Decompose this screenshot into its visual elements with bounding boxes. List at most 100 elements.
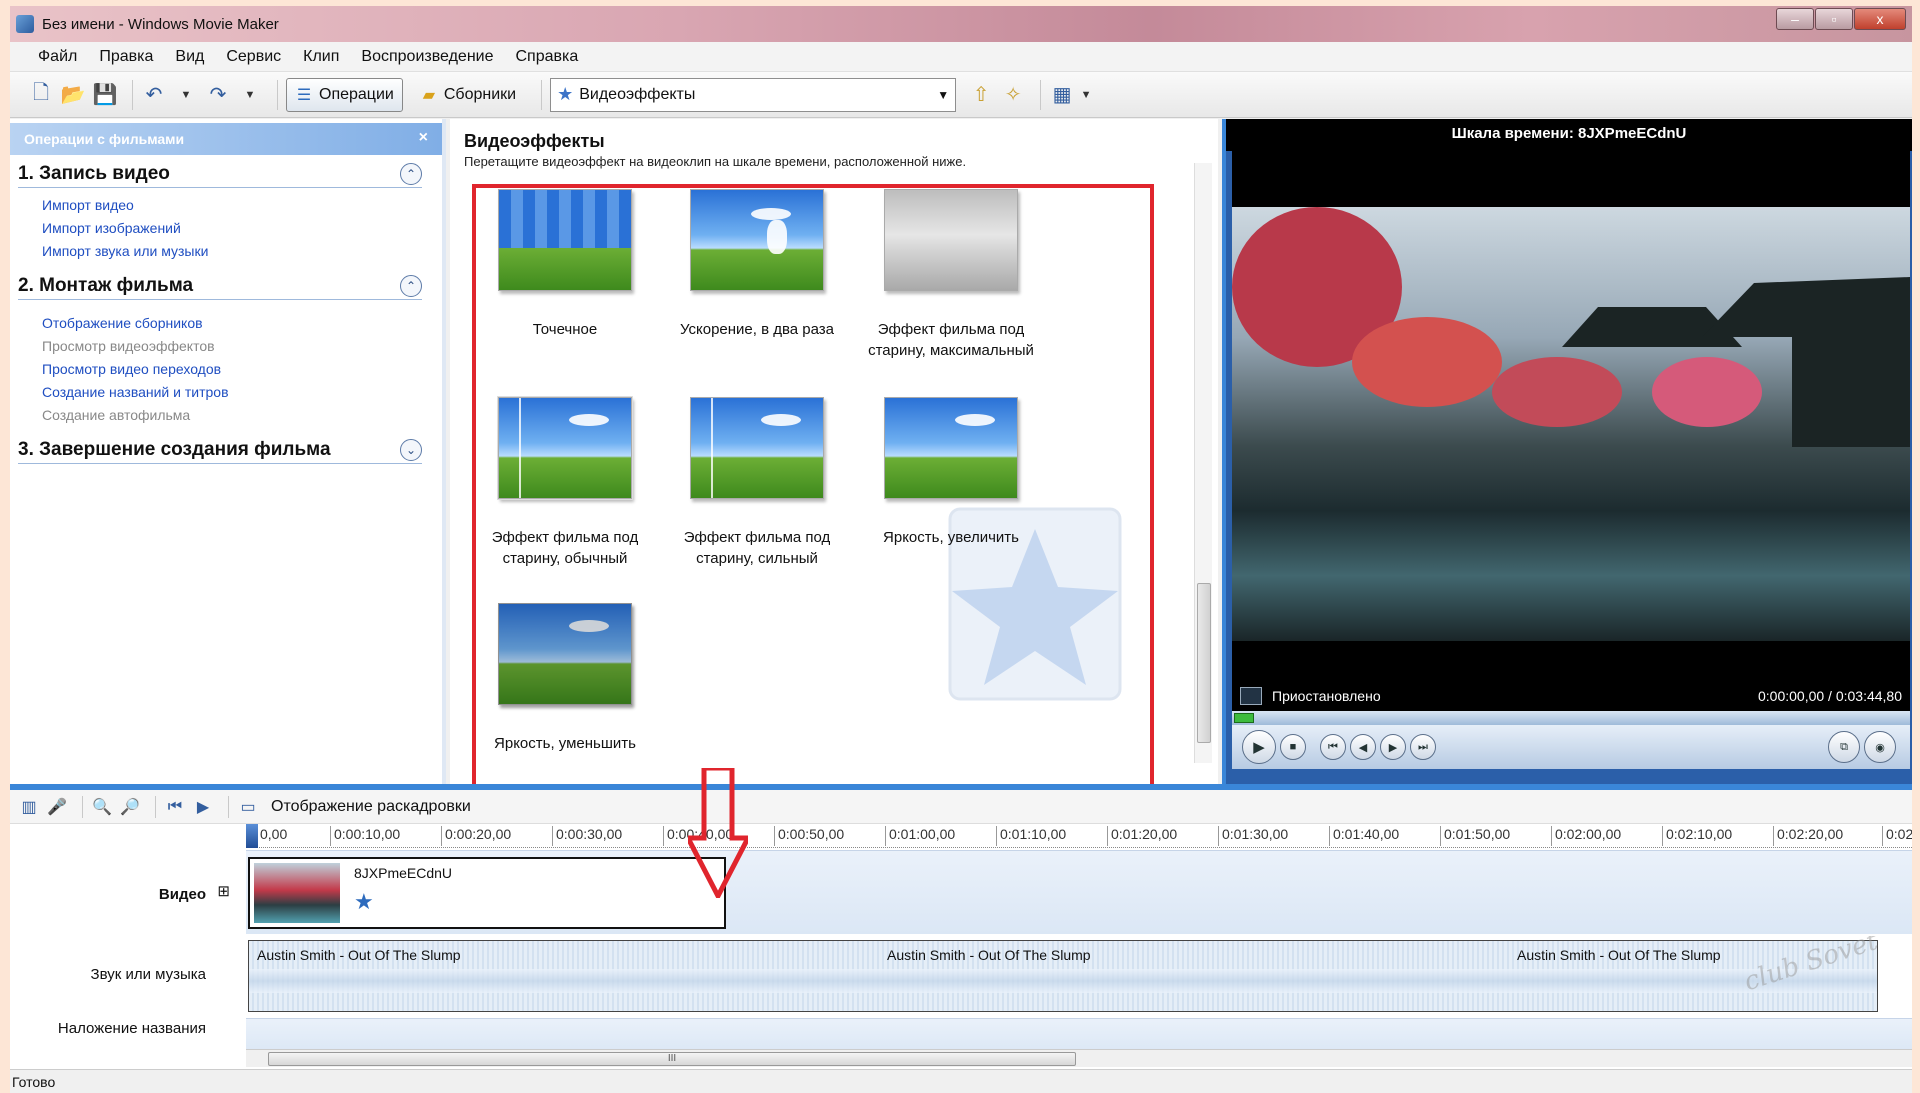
effect-item[interactable]: Эффект фильма под старину, максимальный	[856, 189, 1046, 361]
menu-file[interactable]: Файл	[38, 48, 77, 66]
redo-dropdown-icon[interactable]: ▼	[237, 82, 263, 108]
collapse-icon[interactable]: ⌃	[400, 275, 422, 297]
audio-waveform	[249, 969, 1877, 993]
effect-item[interactable]: Эффект фильма под старину, обычный	[470, 396, 660, 569]
zoom-out-icon[interactable]: 🔎	[119, 796, 141, 818]
menu-view[interactable]: Вид	[175, 48, 204, 66]
menu-clip[interactable]: Клип	[303, 48, 339, 66]
time-tick: 0:02:10,00	[1661, 826, 1733, 846]
task-link-import-audio[interactable]: Импорт звука или музыки	[42, 240, 422, 263]
new-collection-icon[interactable]: ✧	[1000, 82, 1026, 108]
effect-thumbnail-cloud	[955, 414, 995, 426]
task-link-view-transitions[interactable]: Просмотр видео переходов	[42, 358, 422, 381]
up-level-icon[interactable]: ⇧	[968, 82, 994, 108]
storyboard-icon[interactable]: ▭	[237, 796, 259, 818]
effect-item[interactable]: Эффект фильма под старину, сильный	[662, 397, 852, 569]
menu-play[interactable]: Воспроизведение	[361, 48, 493, 66]
video-clip[interactable]: 8JXPmeECdnU ★	[248, 857, 726, 929]
task-section-header[interactable]: 1. Запись видео ⌃	[18, 163, 422, 188]
operations-button[interactable]: ☰ Операции	[286, 77, 403, 112]
effect-label: Эффект фильма под старину, обычный	[491, 529, 639, 567]
undo-icon[interactable]: ↶	[141, 82, 167, 108]
time-tick: 0:01:40,00	[1328, 826, 1400, 846]
expand-icon[interactable]: ⌄	[400, 439, 422, 461]
preview-status-bar: Приостановлено 0:00:00,00 / 0:03:44,80	[1232, 681, 1910, 711]
menu-tools[interactable]: Сервис	[226, 48, 281, 66]
redo-icon[interactable]: ↷	[205, 82, 231, 108]
view-mode-icon[interactable]: ▦	[1049, 82, 1075, 108]
effects-grid: Точечное Ускорение, в два раза Эффект фи…	[470, 189, 1190, 769]
task-section-header[interactable]: 2. Монтаж фильма ⌃	[18, 275, 422, 300]
close-pane-icon[interactable]: ×	[419, 129, 428, 147]
effect-thumbnail	[690, 397, 824, 499]
effect-thumbnail-cloud	[767, 220, 787, 254]
fullscreen-icon[interactable]	[1240, 687, 1262, 705]
collection-dropdown[interactable]: ★ Видеоэффекты ▼	[550, 77, 957, 112]
effect-item[interactable]: Ускорение, в два раза	[662, 189, 852, 340]
set-audio-levels-icon[interactable]: ▥	[18, 796, 40, 818]
previous-frame-button[interactable]: ⏮	[1320, 734, 1346, 760]
effect-thumbnail-cloud	[761, 414, 801, 426]
time-ruler[interactable]: 0,00 0:00:10,00 0:00:20,00 0:00:30,00 0:…	[246, 824, 1912, 848]
time-tick: 0:02:20,00	[1772, 826, 1844, 846]
effect-item[interactable]: Яркость, уменьшить	[470, 603, 660, 754]
video-track[interactable]: 8JXPmeECdnU ★	[246, 850, 1912, 934]
seek-bar[interactable]	[1232, 711, 1910, 725]
task-link-make-titles[interactable]: Создание названий и титров	[42, 381, 422, 404]
effects-pane: Видеоэффекты Перетащите видеоэффект на в…	[450, 119, 1218, 784]
playhead-marker[interactable]	[246, 824, 258, 848]
effects-scroll-thumb[interactable]	[1197, 583, 1211, 743]
collections-button[interactable]: ▰ Сборники	[411, 78, 525, 112]
rewind-button[interactable]: ◀	[1350, 734, 1376, 760]
video-clip-thumbnail	[254, 863, 340, 923]
expand-track-icon[interactable]: ⊞	[217, 882, 230, 900]
split-clip-icon[interactable]: ⧉	[1828, 731, 1860, 763]
maximize-button[interactable]: ▫	[1815, 8, 1853, 30]
effect-thumbnail	[884, 397, 1018, 499]
task-link-import-video[interactable]: Импорт видео	[42, 194, 422, 217]
play-timeline-icon[interactable]: ▶	[192, 796, 214, 818]
task-link-import-pictures[interactable]: Импорт изображений	[42, 217, 422, 240]
forward-button[interactable]: ▶	[1380, 734, 1406, 760]
timeline-scroll-thumb[interactable]: III	[268, 1052, 1076, 1066]
undo-dropdown-icon[interactable]: ▼	[173, 82, 199, 108]
effect-item[interactable]: Точечное	[470, 189, 660, 340]
audio-clip[interactable]: Austin Smith - Out Of The Slump Austin S…	[248, 940, 1878, 1012]
next-frame-button[interactable]: ⏭	[1410, 734, 1436, 760]
snapshot-camera-icon[interactable]: ◉	[1864, 731, 1896, 763]
preview-extra-controls: ⧉ ◉	[1828, 731, 1900, 763]
time-tick: 0:01:50,00	[1439, 826, 1511, 846]
toolbar-separator	[1040, 79, 1042, 110]
effect-thumbnail-cloud	[569, 620, 609, 632]
open-project-icon[interactable]: 📂	[60, 82, 86, 108]
minimize-button[interactable]: –	[1776, 8, 1814, 30]
effect-item[interactable]: Яркость, увеличить	[856, 397, 1046, 548]
rewind-timeline-icon[interactable]: ⏮	[164, 796, 186, 818]
effect-label: Точечное	[532, 321, 598, 338]
timeline-scrollbar[interactable]: III	[246, 1049, 1912, 1067]
narrate-microphone-icon[interactable]: 🎤	[46, 796, 68, 818]
view-mode-dropdown-icon[interactable]: ▼	[1073, 82, 1099, 108]
effect-thumbnail	[690, 189, 824, 291]
tasks-pane: Операции с фильмами × 1. Запись видео ⌃ …	[10, 119, 446, 784]
audio-track[interactable]: Austin Smith - Out Of The Slump Austin S…	[246, 936, 1912, 1018]
seek-bar-handle[interactable]	[1234, 713, 1254, 723]
save-project-icon[interactable]: 💾	[92, 82, 118, 108]
zoom-in-icon[interactable]: 🔍	[91, 796, 113, 818]
operations-label: Операции	[319, 85, 394, 103]
effect-thumbnail	[498, 603, 632, 705]
effects-scrollbar[interactable]	[1194, 163, 1212, 763]
scene-tree	[1652, 357, 1762, 427]
menu-edit[interactable]: Правка	[99, 48, 153, 66]
menu-help[interactable]: Справка	[515, 48, 578, 66]
close-button[interactable]: x	[1854, 8, 1906, 30]
show-storyboard-button[interactable]: Отображение раскадровки	[271, 798, 471, 816]
play-button[interactable]: ▶	[1242, 730, 1276, 764]
stop-button[interactable]: ■	[1280, 734, 1306, 760]
task-section-header[interactable]: 3. Завершение создания фильма ⌄	[18, 439, 422, 464]
timeline-toolbar: ▥ 🎤 🔍 🔎 ⏮ ▶ ▭ Отображение раскадровки	[10, 790, 1912, 824]
new-project-icon[interactable]: 🗋	[28, 82, 54, 108]
effect-label: Яркость, увеличить	[883, 529, 1019, 546]
collapse-icon[interactable]: ⌃	[400, 163, 422, 185]
task-link-show-collections[interactable]: Отображение сборников	[42, 312, 422, 335]
